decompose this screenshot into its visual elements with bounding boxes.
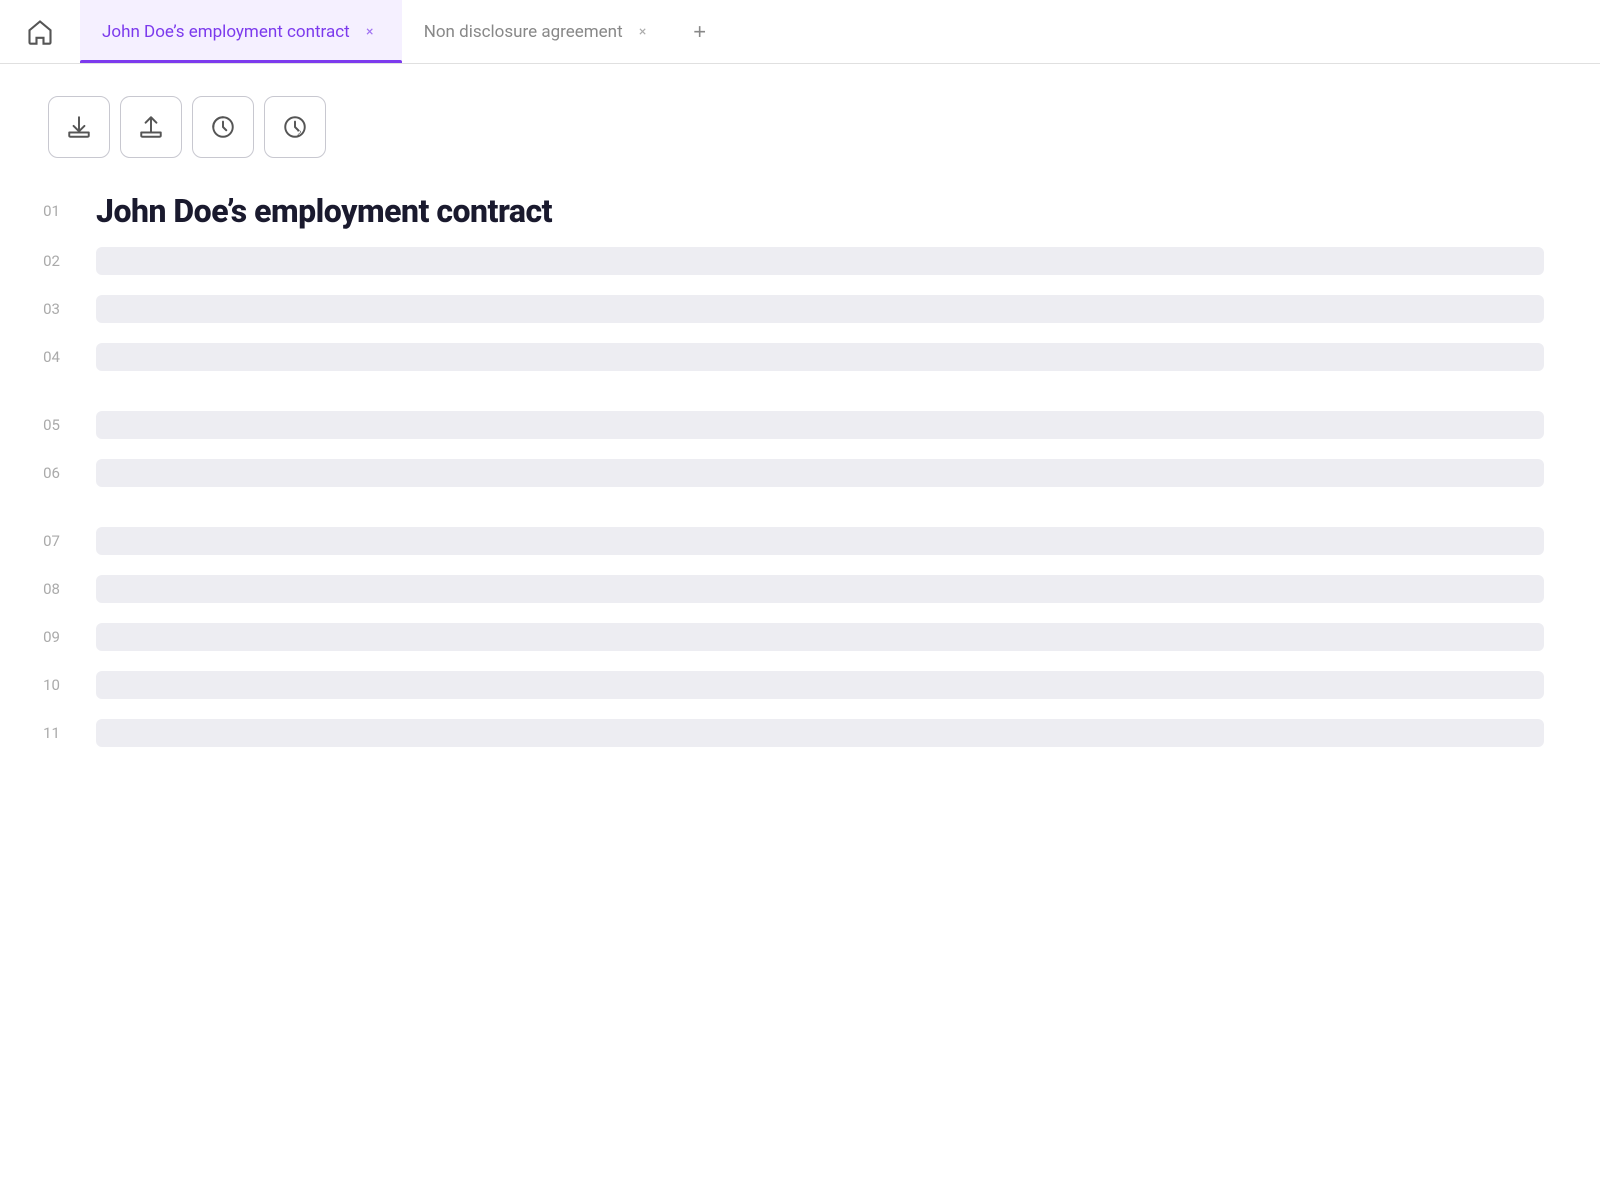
line-content-05[interactable] bbox=[80, 411, 1560, 439]
tab-label: John Doe’s employment contract bbox=[102, 22, 350, 42]
history2-button[interactable]: 2 bbox=[264, 96, 326, 158]
gap-1 bbox=[0, 382, 1600, 402]
history1-button[interactable] bbox=[192, 96, 254, 158]
line-placeholder-08 bbox=[96, 575, 1544, 603]
line-content-08[interactable] bbox=[80, 575, 1560, 603]
line-content-10[interactable] bbox=[80, 671, 1560, 699]
svg-text:2: 2 bbox=[297, 129, 301, 138]
line-placeholder-05 bbox=[96, 411, 1544, 439]
line-row-09: 09 bbox=[0, 614, 1600, 660]
line-content-04[interactable] bbox=[80, 343, 1560, 371]
line-row-02: 02 bbox=[0, 238, 1600, 284]
line-placeholder-09 bbox=[96, 623, 1544, 651]
tab-close-button[interactable]: × bbox=[360, 22, 380, 42]
line-placeholder-02 bbox=[96, 247, 1544, 275]
document-area: 01 John Doe’s employment contract 02 03 … bbox=[0, 186, 1600, 798]
add-tab-button[interactable]: + bbox=[675, 0, 725, 63]
line-row-03: 03 bbox=[0, 286, 1600, 332]
line-number-01: 01 bbox=[0, 202, 80, 220]
line-placeholder-11 bbox=[96, 719, 1544, 747]
line-placeholder-03 bbox=[96, 295, 1544, 323]
line-placeholder-10 bbox=[96, 671, 1544, 699]
line-row-08: 08 bbox=[0, 566, 1600, 612]
toolbar: 2 bbox=[0, 64, 1600, 186]
history-icon bbox=[210, 114, 236, 140]
gap-2 bbox=[0, 498, 1600, 518]
line-number-06: 06 bbox=[0, 464, 80, 482]
home-icon bbox=[26, 18, 54, 46]
line-number-08: 08 bbox=[0, 580, 80, 598]
tab-label: Non disclosure agreement bbox=[424, 22, 623, 42]
document-title[interactable]: John Doe’s employment contract bbox=[96, 192, 552, 230]
history2-icon: 2 bbox=[282, 114, 308, 140]
line-content-06[interactable] bbox=[80, 459, 1560, 487]
line-content-07[interactable] bbox=[80, 527, 1560, 555]
line-content-02[interactable] bbox=[80, 247, 1560, 275]
line-row-10: 10 bbox=[0, 662, 1600, 708]
home-button[interactable] bbox=[0, 0, 80, 63]
line-content-01: John Doe’s employment contract bbox=[80, 186, 1560, 236]
line-row-11: 11 bbox=[0, 710, 1600, 756]
line-number-11: 11 bbox=[0, 724, 80, 742]
line-content-11[interactable] bbox=[80, 719, 1560, 747]
line-placeholder-06 bbox=[96, 459, 1544, 487]
line-row-04: 04 bbox=[0, 334, 1600, 380]
line-row-06: 06 bbox=[0, 450, 1600, 496]
upload-icon bbox=[138, 114, 164, 140]
line-number-09: 09 bbox=[0, 628, 80, 646]
tab-employment-contract[interactable]: John Doe’s employment contract × bbox=[80, 0, 402, 63]
line-row-01: 01 John Doe’s employment contract bbox=[0, 186, 1600, 236]
line-row-05: 05 bbox=[0, 402, 1600, 448]
line-number-02: 02 bbox=[0, 252, 80, 270]
download-button[interactable] bbox=[48, 96, 110, 158]
line-row-07: 07 bbox=[0, 518, 1600, 564]
line-number-04: 04 bbox=[0, 348, 80, 366]
upload-button[interactable] bbox=[120, 96, 182, 158]
line-content-03[interactable] bbox=[80, 295, 1560, 323]
line-number-05: 05 bbox=[0, 416, 80, 434]
download-icon bbox=[66, 114, 92, 140]
line-content-09[interactable] bbox=[80, 623, 1560, 651]
line-placeholder-07 bbox=[96, 527, 1544, 555]
line-number-07: 07 bbox=[0, 532, 80, 550]
line-placeholder-04 bbox=[96, 343, 1544, 371]
tab-bar: John Doe’s employment contract × Non dis… bbox=[0, 0, 1600, 64]
tab-close-button[interactable]: × bbox=[633, 22, 653, 42]
line-number-03: 03 bbox=[0, 300, 80, 318]
line-number-10: 10 bbox=[0, 676, 80, 694]
tab-nda[interactable]: Non disclosure agreement × bbox=[402, 0, 675, 63]
